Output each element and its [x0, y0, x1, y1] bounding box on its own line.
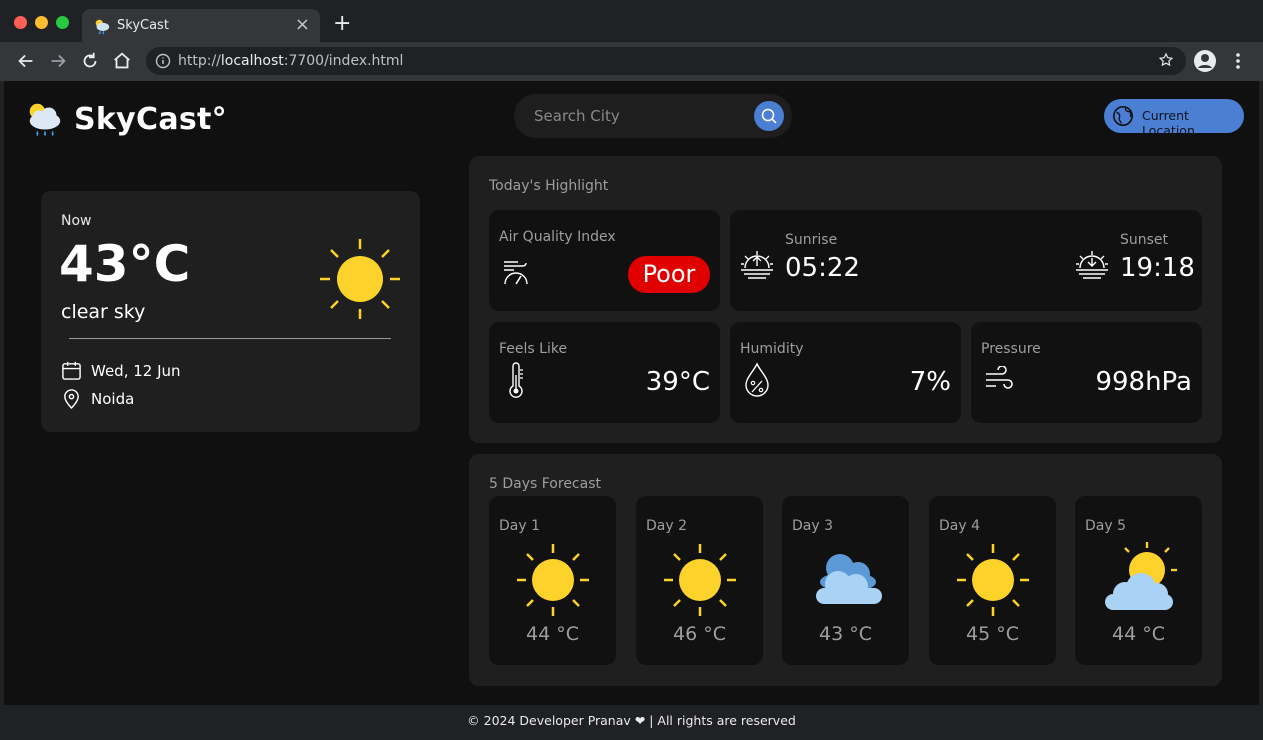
- forecast-day-label: Day 2: [646, 518, 688, 534]
- new-tab-button[interactable]: +: [333, 11, 351, 36]
- app-viewport: SkyCast° Current Location Now 43°C clear…: [4, 81, 1259, 736]
- forecast-day-temp: 43 °C: [819, 623, 872, 645]
- humidity-drop-icon: [745, 362, 769, 397]
- current-location-label: Current Location: [1142, 108, 1195, 138]
- close-window-button[interactable]: [14, 16, 27, 29]
- current-temperature: 43°C: [59, 235, 191, 293]
- aqi-tile: Air Quality Index Poor: [489, 210, 720, 311]
- browser-toolbar: http://localhost:7700/index.html: [0, 42, 1263, 81]
- window-controls: [14, 16, 69, 29]
- air-quality-icon: [504, 261, 528, 285]
- browser-menu-icon[interactable]: [1230, 51, 1246, 71]
- pressure-tile: Pressure 998hPa: [971, 322, 1202, 423]
- date-row: Wed, 12 Jun: [61, 360, 181, 381]
- cloud-rain-logo-icon: [29, 103, 61, 137]
- tab-title: SkyCast: [117, 18, 169, 33]
- footer: © 2024 Developer Pranav ❤ | All rights a…: [4, 705, 1259, 736]
- forecast-day-label: Day 1: [499, 518, 541, 534]
- feels-like-tile: Feels Like 39°C: [489, 322, 720, 423]
- feels-like-label: Feels Like: [499, 341, 568, 357]
- thermometer-icon: [509, 362, 523, 398]
- cloud-icon: [816, 554, 882, 604]
- browser-chrome: SkyCast × + http://localhost:7700/index.…: [0, 0, 1263, 81]
- pressure-label: Pressure: [981, 341, 1041, 357]
- forecast-day-temp: 44 °C: [526, 623, 579, 645]
- humidity-value: 7%: [909, 367, 951, 397]
- sunrise-icon: [741, 251, 773, 279]
- feels-like-value: 39°C: [645, 367, 710, 397]
- humidity-label: Humidity: [740, 341, 804, 357]
- profile-avatar-icon[interactable]: [1193, 49, 1217, 73]
- globe-icon: [1113, 106, 1133, 126]
- forecast-day: Day 1 44 °C: [489, 496, 616, 665]
- forward-arrow-icon[interactable]: [47, 50, 69, 72]
- humidity-tile: Humidity 7%: [730, 322, 961, 423]
- sunrise-label: Sunrise: [785, 232, 838, 248]
- sun-icon: [664, 544, 736, 616]
- current-location-button[interactable]: Current Location: [1104, 99, 1244, 138]
- maximize-window-button[interactable]: [56, 16, 69, 29]
- forecast-day: Day 3 43 °C: [782, 496, 909, 665]
- browser-tab[interactable]: SkyCast ×: [82, 9, 320, 42]
- tab-bar: SkyCast × +: [0, 0, 1263, 42]
- sun-icon: [517, 544, 589, 616]
- pressure-value: 998hPa: [1095, 367, 1192, 397]
- url-text: http://localhost:7700/index.html: [178, 53, 403, 69]
- current-date: Wed, 12 Jun: [91, 361, 181, 380]
- search-icon: [761, 108, 777, 124]
- search-bar: [514, 94, 792, 138]
- sun-times-tile: Sunrise 05:22 Sunset 19:18: [730, 210, 1202, 311]
- bookmark-star-icon[interactable]: [1158, 52, 1174, 68]
- aqi-status-badge: Poor: [628, 256, 710, 293]
- forecast-day-label: Day 4: [939, 518, 981, 534]
- logo-text: SkyCast°: [74, 101, 227, 137]
- aqi-label: Air Quality Index: [499, 229, 616, 245]
- now-label: Now: [61, 213, 92, 229]
- app-logo[interactable]: SkyCast°: [24, 98, 227, 140]
- tab-close-icon[interactable]: ×: [295, 14, 310, 35]
- sunset-label: Sunset: [1120, 232, 1169, 248]
- forecast-day: Day 5 44 °C: [1075, 496, 1202, 665]
- footer-text: © 2024 Developer Pranav ❤ | All rights a…: [467, 713, 796, 728]
- partly-cloudy-icon: [1105, 542, 1177, 610]
- search-input[interactable]: [534, 94, 744, 138]
- wind-icon: [986, 366, 1013, 389]
- forecast-title: 5 Days Forecast: [489, 476, 601, 492]
- forecast-day: Day 4 45 °C: [929, 496, 1056, 665]
- calendar-icon: [62, 361, 81, 380]
- weather-favicon-icon: [95, 19, 110, 35]
- forecast-day-label: Day 5: [1085, 518, 1127, 534]
- sun-icon: [320, 239, 400, 319]
- forecast-day-temp: 46 °C: [673, 623, 726, 645]
- location-row: Noida: [61, 388, 134, 409]
- url-path: :7700/index.html: [283, 53, 404, 69]
- forecast-day-temp: 44 °C: [1112, 623, 1165, 645]
- location-pin-icon: [64, 389, 79, 409]
- url-host: localhost: [220, 53, 284, 69]
- reload-icon[interactable]: [79, 50, 101, 72]
- home-icon[interactable]: [111, 50, 133, 72]
- minimize-window-button[interactable]: [35, 16, 48, 29]
- back-arrow-icon[interactable]: [15, 50, 37, 72]
- weather-description: clear sky: [61, 301, 146, 323]
- url-prefix: http://: [178, 53, 221, 69]
- search-button[interactable]: [754, 101, 784, 131]
- forecast-day: Day 2 46 °C: [636, 496, 763, 665]
- forecast-day-label: Day 3: [792, 518, 834, 534]
- current-weather-card: Now 43°C clear sky Wed, 12 Jun Noida: [41, 191, 420, 432]
- sun-icon: [957, 544, 1029, 616]
- highlight-title: Today's Highlight: [489, 178, 609, 194]
- current-location: Noida: [91, 389, 135, 408]
- sunset-time: 19:18: [1120, 253, 1195, 283]
- address-bar[interactable]: http://localhost:7700/index.html: [146, 47, 1186, 75]
- todays-highlight-panel: Today's Highlight Air Quality Index Poor…: [469, 156, 1222, 443]
- sunrise-time: 05:22: [785, 253, 860, 283]
- forecast-day-temp: 45 °C: [966, 623, 1019, 645]
- divider: [69, 338, 391, 339]
- forecast-panel: 5 Days Forecast Day 1 44 °C Day 2 46 °C …: [469, 454, 1222, 686]
- info-icon[interactable]: [155, 53, 171, 69]
- sunset-icon: [1076, 251, 1108, 279]
